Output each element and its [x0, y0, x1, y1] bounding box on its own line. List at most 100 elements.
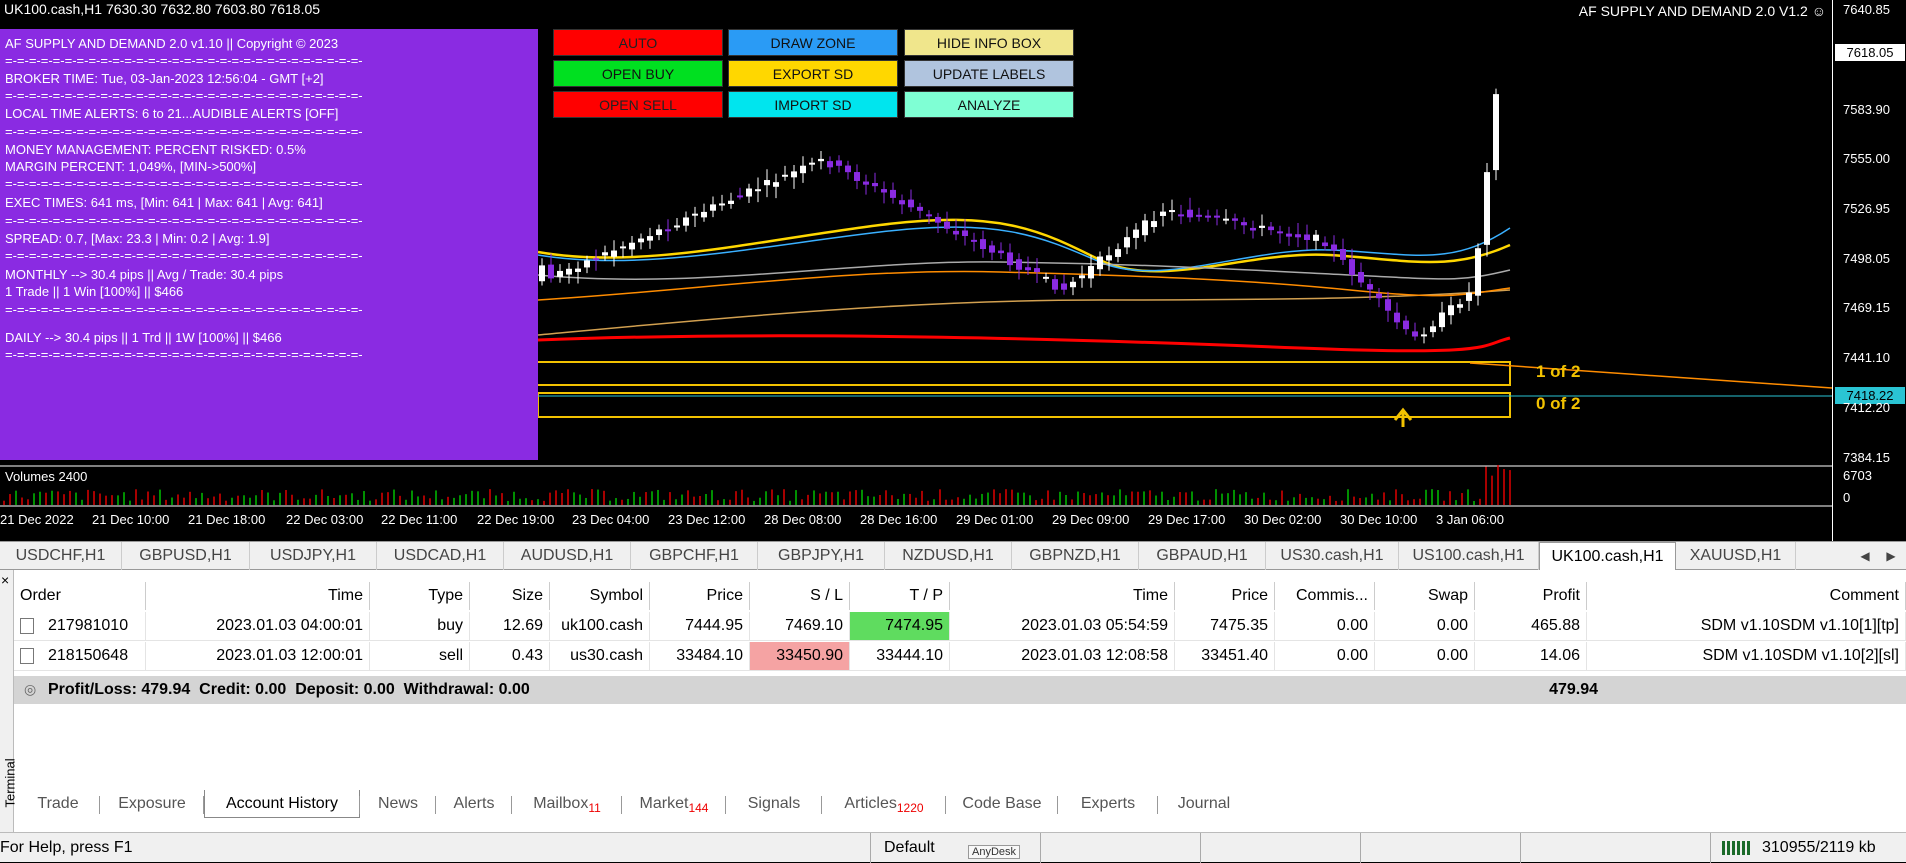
symbol-tab[interactable]: GBPUSD,H1	[122, 542, 250, 570]
import-sd-button[interactable]: IMPORT SD	[728, 91, 898, 118]
column-header[interactable]: Profit	[1475, 582, 1587, 610]
table-cell: 7474.95	[850, 612, 950, 640]
column-header[interactable]: Order	[14, 582, 146, 610]
bottom-tab-alerts[interactable]: Alerts	[436, 790, 512, 818]
column-header[interactable]: Comment	[1587, 582, 1906, 610]
symbol-tab[interactable]: NZDUSD,H1	[885, 542, 1012, 570]
bottom-tab-exposure[interactable]: Exposure	[100, 790, 204, 818]
candle-body	[1358, 271, 1364, 283]
tab-label: Account History	[225, 795, 339, 812]
symbol-tab[interactable]: GBPNZD,H1	[1012, 542, 1139, 570]
column-header[interactable]: Commis...	[1275, 582, 1375, 610]
candle-body	[989, 245, 995, 253]
bottom-tab-mailbox[interactable]: Mailbox11	[512, 790, 622, 818]
tab-scroll-left-icon[interactable]: ◀	[1852, 542, 1878, 570]
bottom-tab-market[interactable]: Market144	[622, 790, 726, 818]
symbol-tab[interactable]: US30.cash,H1	[1266, 542, 1399, 570]
table-cell: 7444.95	[650, 612, 750, 640]
bottom-tab-experts[interactable]: Experts	[1058, 790, 1158, 818]
time-label: 23 Dec 04:00	[572, 512, 650, 527]
symbol-tab[interactable]: USDCAD,H1	[377, 542, 504, 570]
tab-scroll-right-icon[interactable]: ▶	[1878, 542, 1904, 570]
symbol-tab[interactable]: USDCHF,H1	[0, 542, 122, 570]
column-header[interactable]: S / L	[750, 582, 850, 610]
column-header[interactable]: Price	[1175, 582, 1275, 610]
candle-body	[1340, 248, 1346, 260]
hide-info-box-button[interactable]: HIDE INFO BOX	[904, 29, 1074, 56]
candle-body	[908, 199, 914, 208]
candle-body	[1070, 281, 1076, 288]
table-cell: 14.06	[1475, 642, 1587, 670]
analyze-button[interactable]: ANALYZE	[904, 91, 1074, 118]
column-header[interactable]: Size	[470, 582, 550, 610]
symbol-tab[interactable]: GBPAUD,H1	[1139, 542, 1266, 570]
table-cell: 33484.10	[650, 642, 750, 670]
moving-average-line	[537, 261, 1511, 280]
bottom-tab-articles[interactable]: Articles1220	[822, 790, 946, 818]
bottom-tab-code-base[interactable]: Code Base	[946, 790, 1058, 818]
candle-body	[1223, 218, 1229, 221]
symbol-tab[interactable]: AUDUSD,H1	[504, 542, 631, 570]
symbol-tab[interactable]: GBPCHF,H1	[631, 542, 758, 570]
column-header[interactable]: T / P	[850, 582, 950, 610]
moving-average-line	[537, 226, 1511, 272]
symbol-tab[interactable]: GBPJPY,H1	[758, 542, 885, 570]
price-axis[interactable]: 7618.05 7418.22 7640.85 7583.90 7555.00 752…	[1832, 0, 1906, 541]
bottom-tab-news[interactable]: News	[360, 790, 436, 818]
candle-body	[1196, 214, 1202, 217]
connection-bars-icon	[1722, 841, 1752, 855]
column-header[interactable]: Time	[146, 582, 370, 610]
candle-body	[791, 171, 797, 178]
open-sell-button[interactable]: OPEN SELL	[553, 91, 723, 118]
bottom-tab-trade[interactable]: Trade	[16, 790, 100, 818]
export-sd-button[interactable]: EXPORT SD	[728, 60, 898, 87]
symbol-tab[interactable]: USDJPY,H1	[250, 542, 377, 570]
candle-body	[1313, 234, 1319, 241]
symbol-tab[interactable]: US100.cash,H1	[1399, 542, 1539, 570]
volume-max-label: 6703	[1843, 468, 1872, 483]
candle-body	[548, 264, 554, 279]
info-line: MARGIN PERCENT: 1,049%, [MIN->500%]	[5, 159, 257, 174]
symbol-tab[interactable]: XAUUSD,H1	[1676, 542, 1796, 570]
bottom-tab-account-history[interactable]: Account History	[204, 790, 360, 818]
candle-body	[953, 230, 959, 235]
close-icon[interactable]: ×	[1, 572, 9, 588]
candle-body	[1088, 266, 1094, 279]
auto-button[interactable]: AUTO	[553, 29, 723, 56]
symbol-tab[interactable]: UK100.cash,H1	[1539, 542, 1676, 570]
candle-body	[827, 161, 833, 168]
info-line: =-=-=-=-=-=-=-=-=-=-=-=-=-=-=-=-=-=-=-=-…	[5, 248, 363, 263]
column-header[interactable]: Swap	[1375, 582, 1475, 610]
info-line: MONTHLY --> 30.4 pips || Avg / Trade: 30…	[5, 267, 284, 282]
column-header[interactable]: Price	[650, 582, 750, 610]
price-label: 7384.15	[1843, 450, 1890, 465]
info-box: AF SUPPLY AND DEMAND 2.0 v1.10 || Copyri…	[0, 29, 538, 460]
time-label: 28 Dec 16:00	[860, 512, 938, 527]
column-header[interactable]: Time	[950, 582, 1175, 610]
open-buy-button[interactable]: OPEN BUY	[553, 60, 723, 87]
draw-zone-button[interactable]: DRAW ZONE	[728, 29, 898, 56]
time-label: 21 Dec 2022	[0, 512, 74, 527]
info-line: =-=-=-=-=-=-=-=-=-=-=-=-=-=-=-=-=-=-=-=-…	[5, 213, 363, 228]
bottom-tab-signals[interactable]: Signals	[726, 790, 822, 818]
candle-body	[737, 195, 743, 198]
column-header[interactable]: Symbol	[550, 582, 650, 610]
order-icon	[20, 618, 34, 634]
candle-body	[710, 204, 716, 211]
bottom-tab-journal[interactable]: Journal	[1158, 790, 1250, 818]
candle-body	[854, 172, 860, 181]
candle-body	[1322, 242, 1328, 247]
candle-body	[764, 180, 770, 186]
candle-body	[1493, 94, 1499, 171]
profile-name[interactable]: Default	[884, 839, 935, 857]
table-cell: 33450.90	[750, 642, 850, 670]
terminal-sidebar[interactable]: × Terminal	[0, 570, 18, 832]
candle-body	[755, 189, 761, 192]
candle-body	[1160, 211, 1166, 216]
time-label: 29 Dec 17:00	[1148, 512, 1226, 527]
candle-body	[845, 165, 851, 173]
column-header[interactable]: Type	[370, 582, 470, 610]
table-cell: 0.00	[1275, 642, 1375, 670]
update-labels-button[interactable]: UPDATE LABELS	[904, 60, 1074, 87]
price-chart[interactable]: UK100.cash,H1 7630.30 7632.80 7603.80 76…	[0, 0, 1906, 541]
